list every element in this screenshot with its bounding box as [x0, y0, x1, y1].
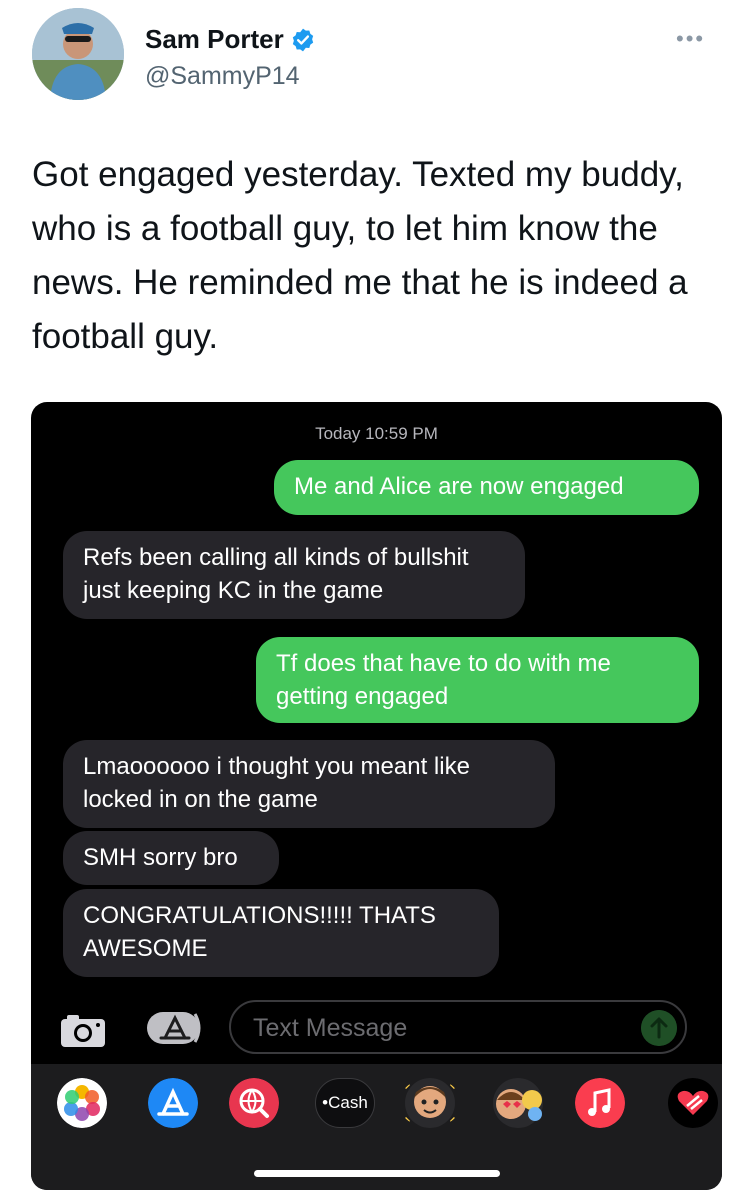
text-message-placeholder: Text Message	[253, 1014, 408, 1042]
message-bubble-outgoing[interactable]: Me and Alice are now engaged	[274, 460, 699, 515]
music-icon[interactable]	[575, 1078, 625, 1128]
message-bubble-incoming[interactable]: Refs been calling all kinds of bullshit …	[63, 531, 525, 619]
display-name[interactable]: Sam Porter	[145, 24, 284, 55]
apple-cash-label: Cash	[328, 1093, 368, 1112]
camera-icon[interactable]	[59, 1013, 107, 1049]
app-store-icon[interactable]	[148, 1078, 198, 1128]
text-message-input[interactable]: Text Message	[229, 1000, 687, 1054]
message-bubble-incoming[interactable]: CONGRATULATIONS!!!!! THATS AWESOME	[63, 889, 499, 977]
message-bubble-outgoing[interactable]: Tf does that have to do with me getting …	[256, 637, 699, 723]
app-drawer: • Cash	[31, 1064, 722, 1190]
verified-badge-icon	[292, 28, 313, 51]
conversation-timestamp: Today 10:59 PM	[315, 424, 438, 443]
handle[interactable]: @SammyP14	[145, 62, 300, 91]
more-options-icon[interactable]: •••	[676, 26, 705, 52]
memoji-stickers-icon[interactable]	[485, 1078, 551, 1128]
message-bubble-incoming[interactable]: Lmaoooooo i thought you meant like locke…	[63, 740, 555, 828]
memoji-icon[interactable]	[399, 1078, 461, 1128]
tweet-text: Got engaged yesterday. Texted my buddy, …	[32, 155, 688, 356]
app-store-icon[interactable]	[145, 1010, 205, 1046]
name-row: Sam Porter	[145, 24, 316, 55]
send-arrow-icon[interactable]	[641, 1010, 677, 1046]
web-search-icon[interactable]	[229, 1078, 279, 1128]
avatar[interactable]	[32, 8, 124, 100]
message-bubble-incoming[interactable]: SMH sorry bro	[63, 831, 279, 885]
apple-cash-icon[interactable]: • Cash	[315, 1078, 375, 1128]
message-composer: Text Message	[31, 1000, 722, 1060]
home-indicator[interactable]	[254, 1170, 500, 1177]
messages-screenshot: Today 10:59 PM Me and Alice are now enga…	[31, 402, 722, 1190]
photos-icon[interactable]	[57, 1078, 107, 1128]
digital-touch-icon[interactable]	[663, 1078, 722, 1128]
tweet-header: Sam Porter @SammyP14 •••	[0, 0, 753, 120]
